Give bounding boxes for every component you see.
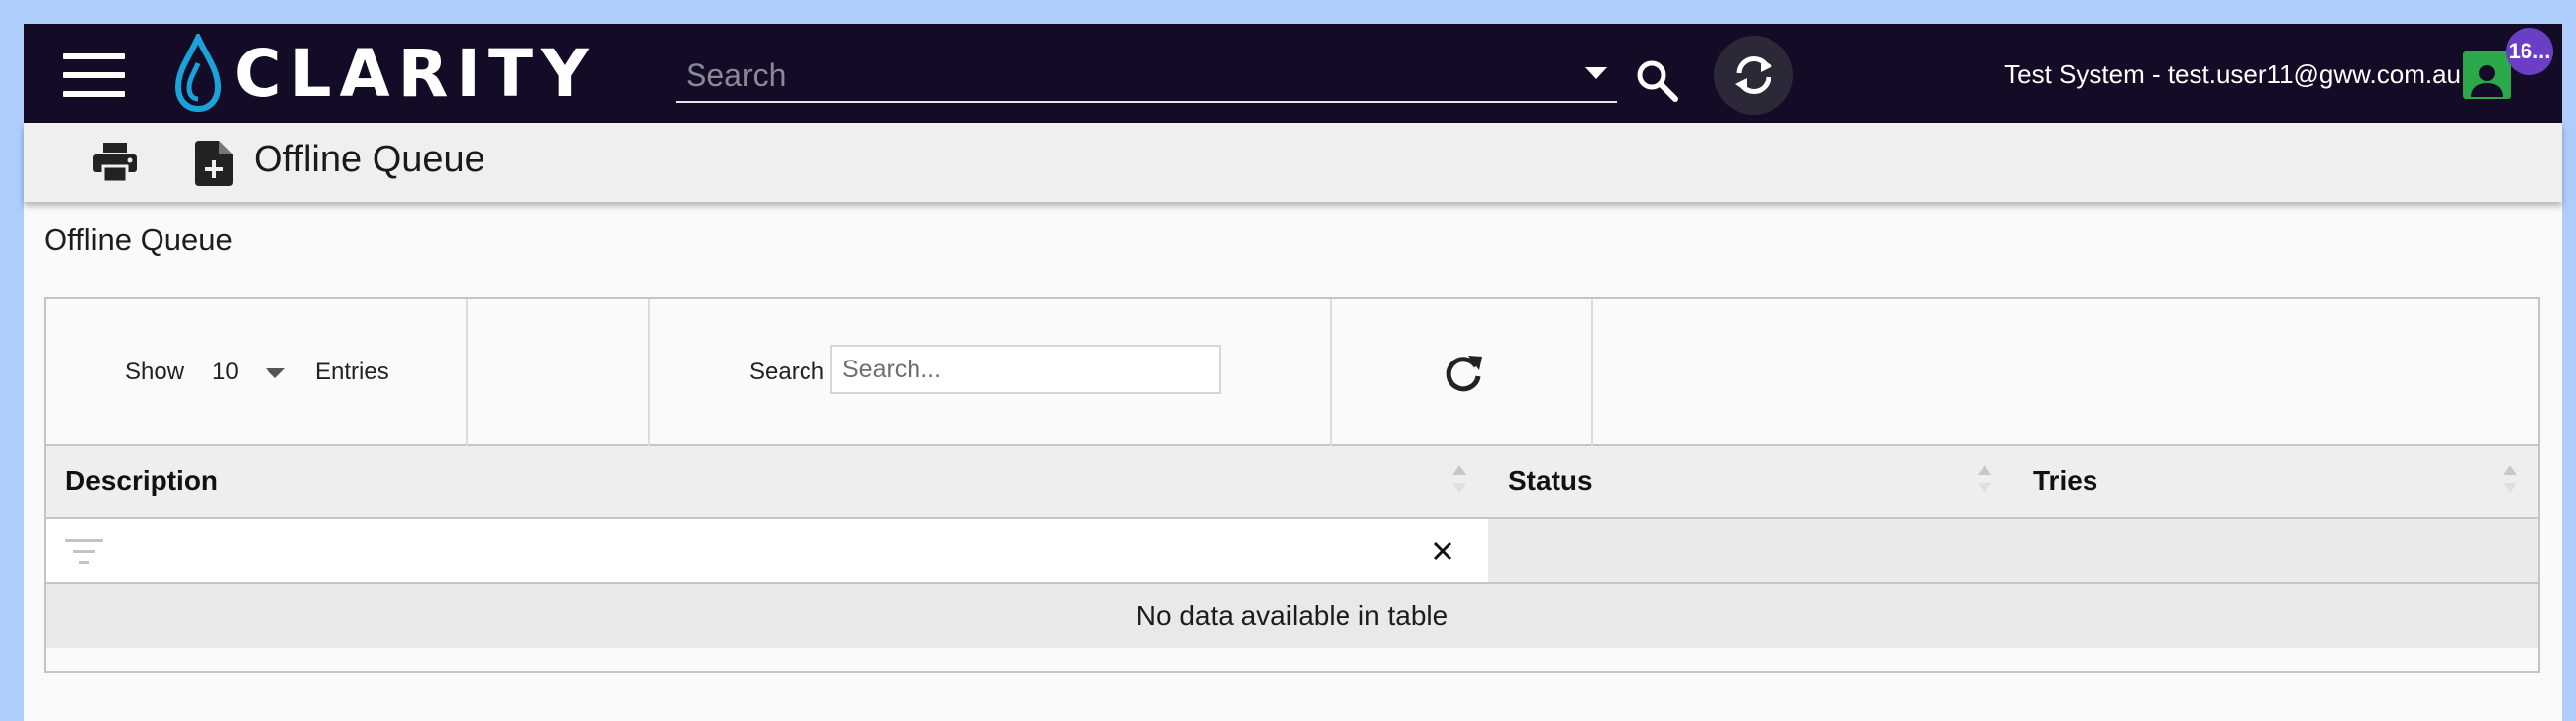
description-filter: [46, 519, 1488, 582]
table-search-input[interactable]: [830, 345, 1221, 394]
entries-label: Entries: [315, 359, 389, 385]
divider: [648, 299, 650, 446]
sort-icon[interactable]: [2503, 465, 2517, 499]
global-search: [676, 53, 1617, 103]
table-header: Description Status Tries: [46, 446, 2538, 519]
sort-icon[interactable]: [1452, 465, 1466, 499]
description-filter-input[interactable]: [115, 529, 1403, 572]
page-size-select[interactable]: 10: [212, 359, 239, 386]
close-icon[interactable]: [1431, 539, 1454, 563]
user-label[interactable]: Test System - test.user11@gww.com.au: [1926, 59, 2461, 90]
column-header-status[interactable]: Status: [1508, 465, 1593, 497]
divider: [1330, 299, 1332, 446]
column-filter-row: [46, 519, 2538, 584]
show-label: Show: [125, 359, 185, 385]
app-frame: CLARITY Test System - test.user11@gww.co…: [24, 24, 2562, 721]
water-drop-icon: [174, 34, 222, 113]
toolbar-title: Offline Queue: [254, 139, 485, 180]
user-avatar[interactable]: [2463, 52, 2511, 99]
filter-icon: [65, 539, 103, 564]
page-toolbar: Offline Queue: [24, 123, 2562, 202]
search-icon[interactable]: [1634, 57, 1679, 103]
chevron-down-icon[interactable]: [266, 368, 285, 378]
empty-table-message: No data available in table: [1135, 600, 1449, 631]
page-heading: Offline Queue: [44, 222, 233, 257]
table-controls: Show 10 Entries Search: [46, 299, 2538, 446]
menu-icon[interactable]: [63, 53, 125, 97]
global-search-input[interactable]: [676, 53, 1567, 97]
sort-icon[interactable]: [1978, 465, 1991, 499]
table-search-label: Search: [749, 359, 825, 385]
clarity-logo[interactable]: CLARITY: [172, 34, 596, 113]
refresh-icon[interactable]: [1443, 353, 1484, 394]
print-icon[interactable]: [93, 143, 137, 182]
new-document-icon[interactable]: [195, 141, 233, 186]
logo-text: CLARITY: [234, 35, 596, 112]
offline-queue-table: Show 10 Entries Search Description Statu…: [44, 297, 2540, 673]
column-header-description[interactable]: Description: [65, 465, 218, 497]
sync-icon: [1735, 55, 1772, 95]
sync-button[interactable]: [1714, 36, 1793, 115]
column-header-tries[interactable]: Tries: [2033, 465, 2097, 497]
user-icon: [2471, 65, 2503, 97]
divider: [1591, 299, 1593, 446]
divider: [466, 299, 468, 446]
notification-badge[interactable]: 16...: [2506, 28, 2553, 75]
table-row: No data available in table: [46, 584, 2538, 648]
top-nav-bar: CLARITY Test System - test.user11@gww.co…: [24, 24, 2562, 123]
search-dropdown-icon[interactable]: [1585, 67, 1607, 79]
